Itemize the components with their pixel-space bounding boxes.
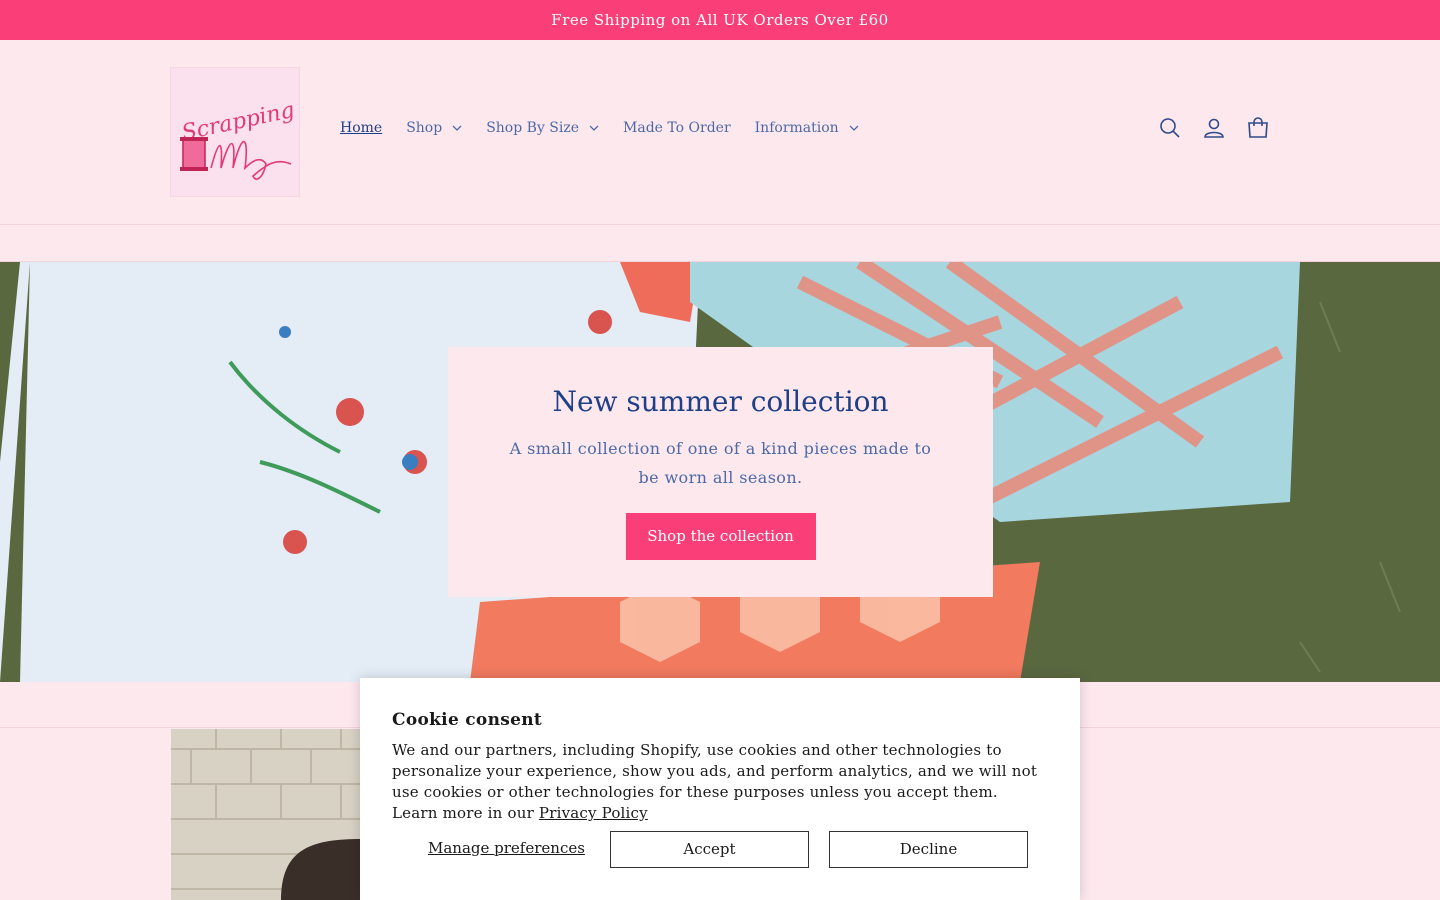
nav-item-made-to-order[interactable]: Made To Order [623, 120, 731, 136]
nav-label: Home [340, 120, 383, 136]
logo-graphic: Scrapping [180, 98, 297, 180]
site-header: Scrapping Home Shop Shop By Size Made To… [0, 40, 1440, 225]
chevron-down-icon [849, 125, 859, 131]
account-icon[interactable] [1202, 116, 1226, 140]
announcement-bar: Free Shipping on All UK Orders Over £60 [0, 0, 1440, 40]
nav-item-shop-by-size[interactable]: Shop By Size [486, 120, 599, 136]
featured-photo [171, 729, 361, 900]
shop-collection-button[interactable]: Shop the collection [625, 513, 816, 560]
site-logo[interactable]: Scrapping [170, 67, 300, 197]
cookie-actions: Manage preferences Accept Decline [392, 831, 1048, 868]
manage-preferences-link[interactable]: Manage preferences [428, 839, 585, 857]
announcement-text: Free Shipping on All UK Orders Over £60 [551, 11, 889, 29]
cookie-text: We and our partners, including Shopify, … [392, 740, 1048, 824]
cookie-consent-dialog: Cookie consent We and our partners, incl… [360, 678, 1080, 900]
hero-banner: New summer collection A small collection… [0, 262, 1440, 682]
nav-label: Shop By Size [486, 120, 580, 136]
nav-item-information[interactable]: Information [755, 120, 859, 136]
cookie-body: We and our partners, including Shopify, … [392, 741, 1038, 822]
cookie-title: Cookie consent [392, 710, 543, 730]
nav-item-shop[interactable]: Shop [406, 120, 462, 136]
nav-label: Information [754, 120, 839, 136]
decline-button[interactable]: Decline [829, 831, 1028, 868]
accept-button[interactable]: Accept [610, 831, 809, 868]
hero-subtitle: A small collection of one of a kind piec… [509, 439, 932, 487]
header-separator [0, 225, 1440, 262]
cart-icon[interactable] [1246, 116, 1270, 140]
nav-label: Made To Order [623, 120, 731, 136]
featured-image [171, 729, 361, 900]
nav-label: Shop [406, 120, 443, 136]
header-actions [1158, 116, 1270, 140]
search-icon[interactable] [1158, 116, 1182, 140]
hero-title: New summer collection [552, 385, 889, 418]
nav-item-home[interactable]: Home [340, 120, 382, 136]
chevron-down-icon [452, 125, 462, 131]
privacy-policy-link[interactable]: Privacy Policy [539, 804, 648, 822]
chevron-down-icon [589, 125, 599, 131]
main-nav: Home Shop Shop By Size Made To Order Inf… [340, 120, 883, 136]
hero-content-box: New summer collection A small collection… [448, 347, 993, 597]
